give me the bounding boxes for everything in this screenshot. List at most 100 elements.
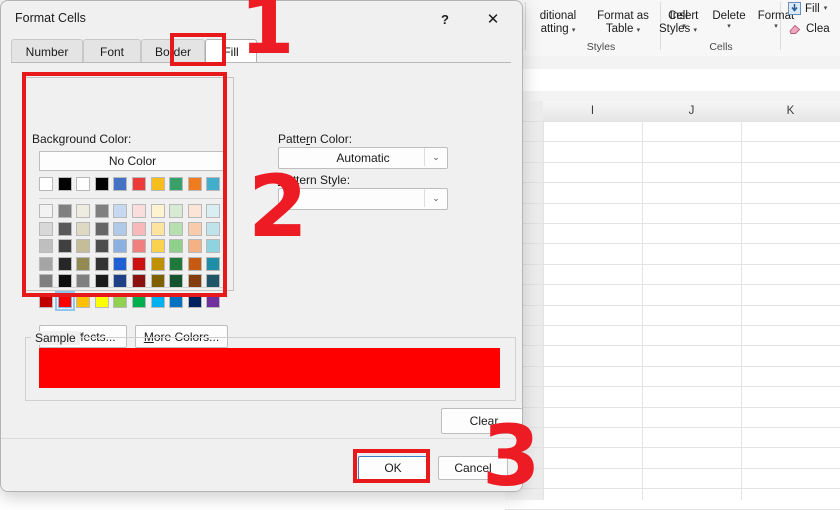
color-swatch-theme-9[interactable]: [206, 177, 221, 191]
worksheet-grid[interactable]: I J K: [505, 101, 840, 510]
color-swatch-tint-3-9[interactable]: [206, 256, 221, 271]
tab-fill[interactable]: Fill: [205, 39, 257, 64]
color-swatch-theme-7[interactable]: [169, 177, 184, 191]
color-swatch-tint-1-8[interactable]: [187, 221, 202, 236]
color-swatch-tint-2-5[interactable]: [132, 239, 146, 253]
color-swatch-standard-7[interactable]: [169, 294, 184, 308]
color-swatch-tint-0-1[interactable]: [57, 204, 72, 218]
color-swatch-tint-1-7[interactable]: [169, 221, 184, 236]
color-swatch-tint-1-5[interactable]: [132, 221, 146, 236]
color-swatch-tint-0-0[interactable]: [39, 204, 53, 218]
ribbon-button-insert[interactable]: Insert ▾: [662, 10, 706, 30]
pattern-style-combobox[interactable]: ⌄: [278, 188, 448, 210]
color-swatch-tint-2-0[interactable]: [39, 239, 53, 253]
color-swatch-tint-1-6[interactable]: [150, 221, 165, 236]
color-swatch-theme-0[interactable]: [39, 177, 53, 191]
color-swatch-standard-1[interactable]: [54, 291, 75, 311]
color-swatch-tint-0-3[interactable]: [94, 204, 109, 218]
color-swatch-tint-1-1[interactable]: [57, 221, 72, 236]
color-swatch-theme-1[interactable]: [57, 177, 72, 191]
color-swatch-tint-3-3[interactable]: [94, 256, 109, 271]
color-swatch-tint-4-7[interactable]: [169, 274, 184, 288]
color-swatch-theme-4[interactable]: [113, 177, 128, 191]
color-swatch-tint-2-7[interactable]: [169, 239, 184, 253]
color-swatch-tint-2-1[interactable]: [57, 239, 72, 253]
color-swatch-tint-3-8[interactable]: [187, 256, 202, 271]
color-swatch-standard-6[interactable]: [150, 294, 165, 308]
color-swatch-tint-2-3[interactable]: [94, 239, 109, 253]
color-swatch-standard-2[interactable]: [76, 294, 91, 308]
color-swatch-tint-1-9[interactable]: [206, 221, 221, 236]
color-swatch-tint-3-6[interactable]: [150, 256, 165, 271]
color-swatch-standard-3[interactable]: [94, 294, 109, 308]
ok-button[interactable]: OK: [358, 456, 428, 480]
column-header-I[interactable]: I: [543, 101, 643, 122]
color-swatch-standard-9[interactable]: [206, 294, 221, 308]
color-swatch-tint-2-9[interactable]: [206, 239, 221, 253]
pattern-color-combobox[interactable]: Automatic ⌄: [278, 147, 448, 169]
ribbon-button-clear[interactable]: Clea: [788, 22, 830, 35]
color-swatch-tint-0-8[interactable]: [187, 204, 202, 218]
color-swatch-standard-0[interactable]: [39, 294, 53, 308]
chevron-down-icon[interactable]: ▾: [706, 23, 752, 30]
color-swatch-tint-4-1[interactable]: [57, 274, 72, 288]
ribbon-button-conditional-formatting[interactable]: ditional atting ▾: [523, 10, 593, 36]
ribbon-button-format-as-table[interactable]: Format as Table ▾: [590, 10, 656, 36]
tab-number[interactable]: Number: [11, 39, 83, 64]
color-swatch-tint-4-2[interactable]: [76, 274, 91, 288]
color-swatch-tint-0-4[interactable]: [113, 204, 128, 218]
column-header-K[interactable]: K: [741, 101, 840, 122]
cancel-button[interactable]: Cancel: [438, 456, 508, 480]
ribbon-button-fill[interactable]: Fill ▾: [788, 2, 827, 15]
ribbon-button-delete[interactable]: Delete ▾: [706, 10, 752, 30]
color-swatch-theme-3[interactable]: [94, 177, 109, 191]
color-swatch-tint-4-3[interactable]: [94, 274, 109, 288]
chevron-down-icon[interactable]: ▾: [572, 27, 576, 34]
chevron-down-icon[interactable]: ▾: [824, 5, 828, 12]
color-swatch-standard-8[interactable]: [187, 294, 202, 308]
tab-font[interactable]: Font: [83, 39, 141, 64]
color-swatch-standard-5[interactable]: [132, 294, 146, 308]
color-swatch-tint-3-7[interactable]: [169, 256, 184, 271]
color-swatch-tint-1-2[interactable]: [76, 221, 91, 236]
color-swatch-tint-1-4[interactable]: [113, 221, 128, 236]
color-swatch-tint-0-2[interactable]: [76, 204, 91, 218]
color-swatch-tint-4-0[interactable]: [39, 274, 53, 288]
color-swatch-tint-4-8[interactable]: [187, 274, 202, 288]
tab-border[interactable]: Border: [141, 39, 205, 64]
chevron-down-icon[interactable]: ▾: [637, 27, 641, 34]
chevron-down-icon[interactable]: ⌄: [424, 189, 447, 207]
color-swatch-tint-1-0[interactable]: [39, 221, 53, 236]
color-swatch-tint-2-2[interactable]: [76, 239, 91, 253]
color-swatch-tint-0-9[interactable]: [206, 204, 221, 218]
color-swatch-theme-6[interactable]: [150, 177, 165, 191]
clear-button[interactable]: Clear: [441, 408, 522, 434]
color-swatch-tint-3-4[interactable]: [113, 256, 128, 271]
color-swatch-theme-5[interactable]: [132, 177, 146, 191]
help-icon[interactable]: ?: [425, 5, 465, 33]
color-swatch-tint-3-5[interactable]: [132, 256, 146, 271]
color-swatch-tint-0-6[interactable]: [150, 204, 165, 218]
no-color-button[interactable]: No Color: [39, 151, 226, 171]
color-swatch-tint-0-7[interactable]: [169, 204, 184, 218]
color-swatch-tint-4-5[interactable]: [132, 274, 146, 288]
color-swatch-tint-3-2[interactable]: [76, 256, 91, 271]
close-icon[interactable]: ✕: [473, 5, 513, 33]
chevron-down-icon[interactable]: ⌄: [424, 148, 447, 166]
color-swatch-tint-4-9[interactable]: [206, 274, 221, 288]
color-swatch-tint-2-6[interactable]: [150, 239, 165, 253]
color-swatch-theme-2[interactable]: [76, 177, 91, 191]
color-swatch-theme-8[interactable]: [187, 177, 202, 191]
color-swatch-standard-4[interactable]: [113, 294, 128, 308]
chevron-down-icon[interactable]: ▾: [662, 23, 706, 30]
column-header-J[interactable]: J: [642, 101, 742, 122]
color-swatch-tint-0-5[interactable]: [132, 204, 146, 218]
color-swatch-tint-1-3[interactable]: [94, 221, 109, 236]
formula-bar[interactable]: [505, 69, 840, 92]
color-swatch-tint-2-8[interactable]: [187, 239, 202, 253]
color-swatch-tint-2-4[interactable]: [113, 239, 128, 253]
color-swatch-tint-4-4[interactable]: [113, 274, 128, 288]
color-swatch-tint-3-0[interactable]: [39, 256, 53, 271]
color-swatch-tint-4-6[interactable]: [150, 274, 165, 288]
color-swatch-tint-3-1[interactable]: [57, 256, 72, 271]
